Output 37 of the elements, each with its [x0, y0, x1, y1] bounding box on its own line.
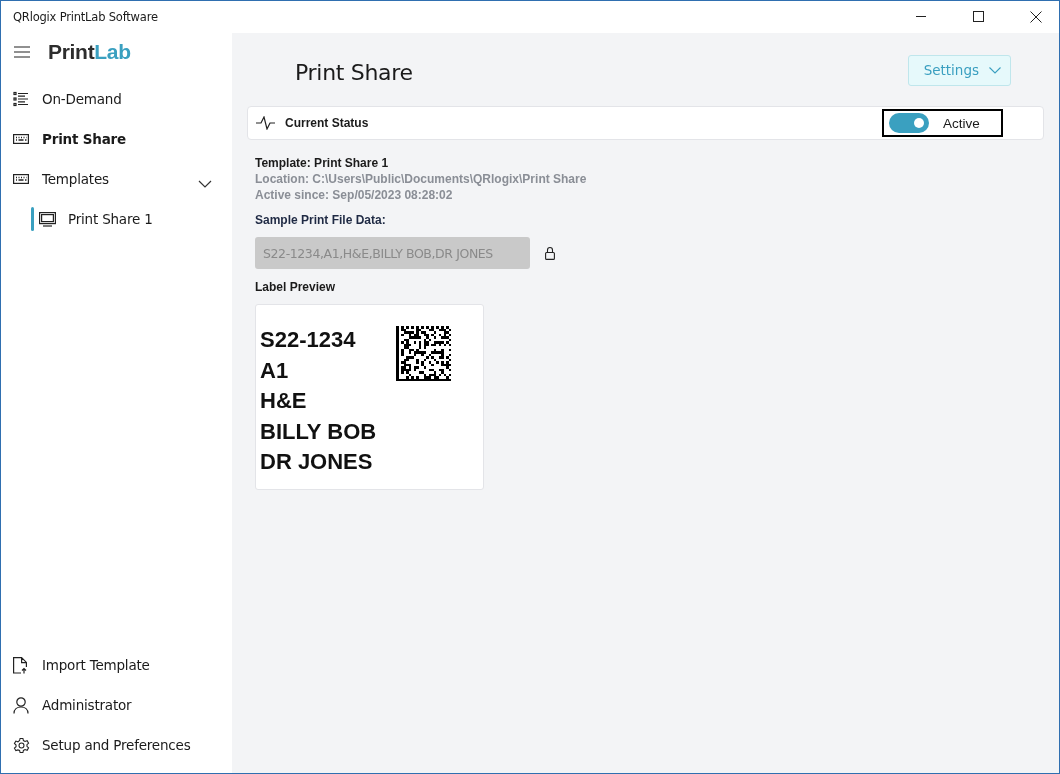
pulse-icon	[256, 116, 276, 130]
card-title: Current Status	[285, 116, 369, 130]
page-title: Print Share	[295, 59, 413, 85]
field-label: Sample Print File Data:	[255, 212, 387, 228]
toggle-switch[interactable]: Active	[882, 109, 1003, 137]
label-text-line: S22-1234	[260, 326, 356, 354]
label-text-line: BILLY BOB	[260, 417, 377, 446]
label-text-line: H&E	[260, 387, 307, 415]
nav-item[interactable]: Import Template	[1, 645, 232, 685]
maximize-icon[interactable]	[973, 11, 984, 22]
nav-item[interactable]: Print Share 1	[1, 199, 232, 239]
section-label: Label Preview	[255, 279, 337, 295]
window-title: QRlogix PrintLab Software	[13, 10, 159, 24]
person-icon	[13, 696, 29, 714]
location-path: Location: C:\Users\Public\Documents\QRlogix\Print Share	[255, 171, 588, 187]
label-text-line: DR JONES	[260, 448, 373, 476]
nav-item[interactable]: Templates	[1, 159, 232, 199]
monitor-icon	[39, 211, 56, 227]
keyboard-icon	[13, 173, 29, 185]
nav-item[interactable]: On-Demand	[1, 79, 232, 119]
logo-text: PrintLab	[48, 40, 131, 64]
file-upload-icon	[13, 656, 27, 674]
template-name: Template: Print Share 1	[255, 155, 390, 171]
chevron-icon	[989, 66, 1001, 74]
settings-icon	[13, 736, 30, 754]
menu-icon[interactable]	[14, 46, 30, 58]
close-icon[interactable]	[1030, 11, 1042, 23]
nav-item[interactable]: Administrator	[1, 685, 232, 725]
label-text-line: A1	[260, 356, 289, 385]
chevron-icon[interactable]	[198, 180, 212, 188]
lock-icon	[545, 246, 555, 260]
nav-item[interactable]: Print Share	[1, 119, 232, 159]
keyboard-icon	[13, 133, 29, 145]
barcode-drawing	[396, 326, 451, 381]
nav-item[interactable]: Setup and Preferences	[1, 725, 232, 765]
list-icon	[13, 91, 29, 107]
active-since: Active since: Sep/05/2023 08:28:02	[255, 187, 454, 203]
